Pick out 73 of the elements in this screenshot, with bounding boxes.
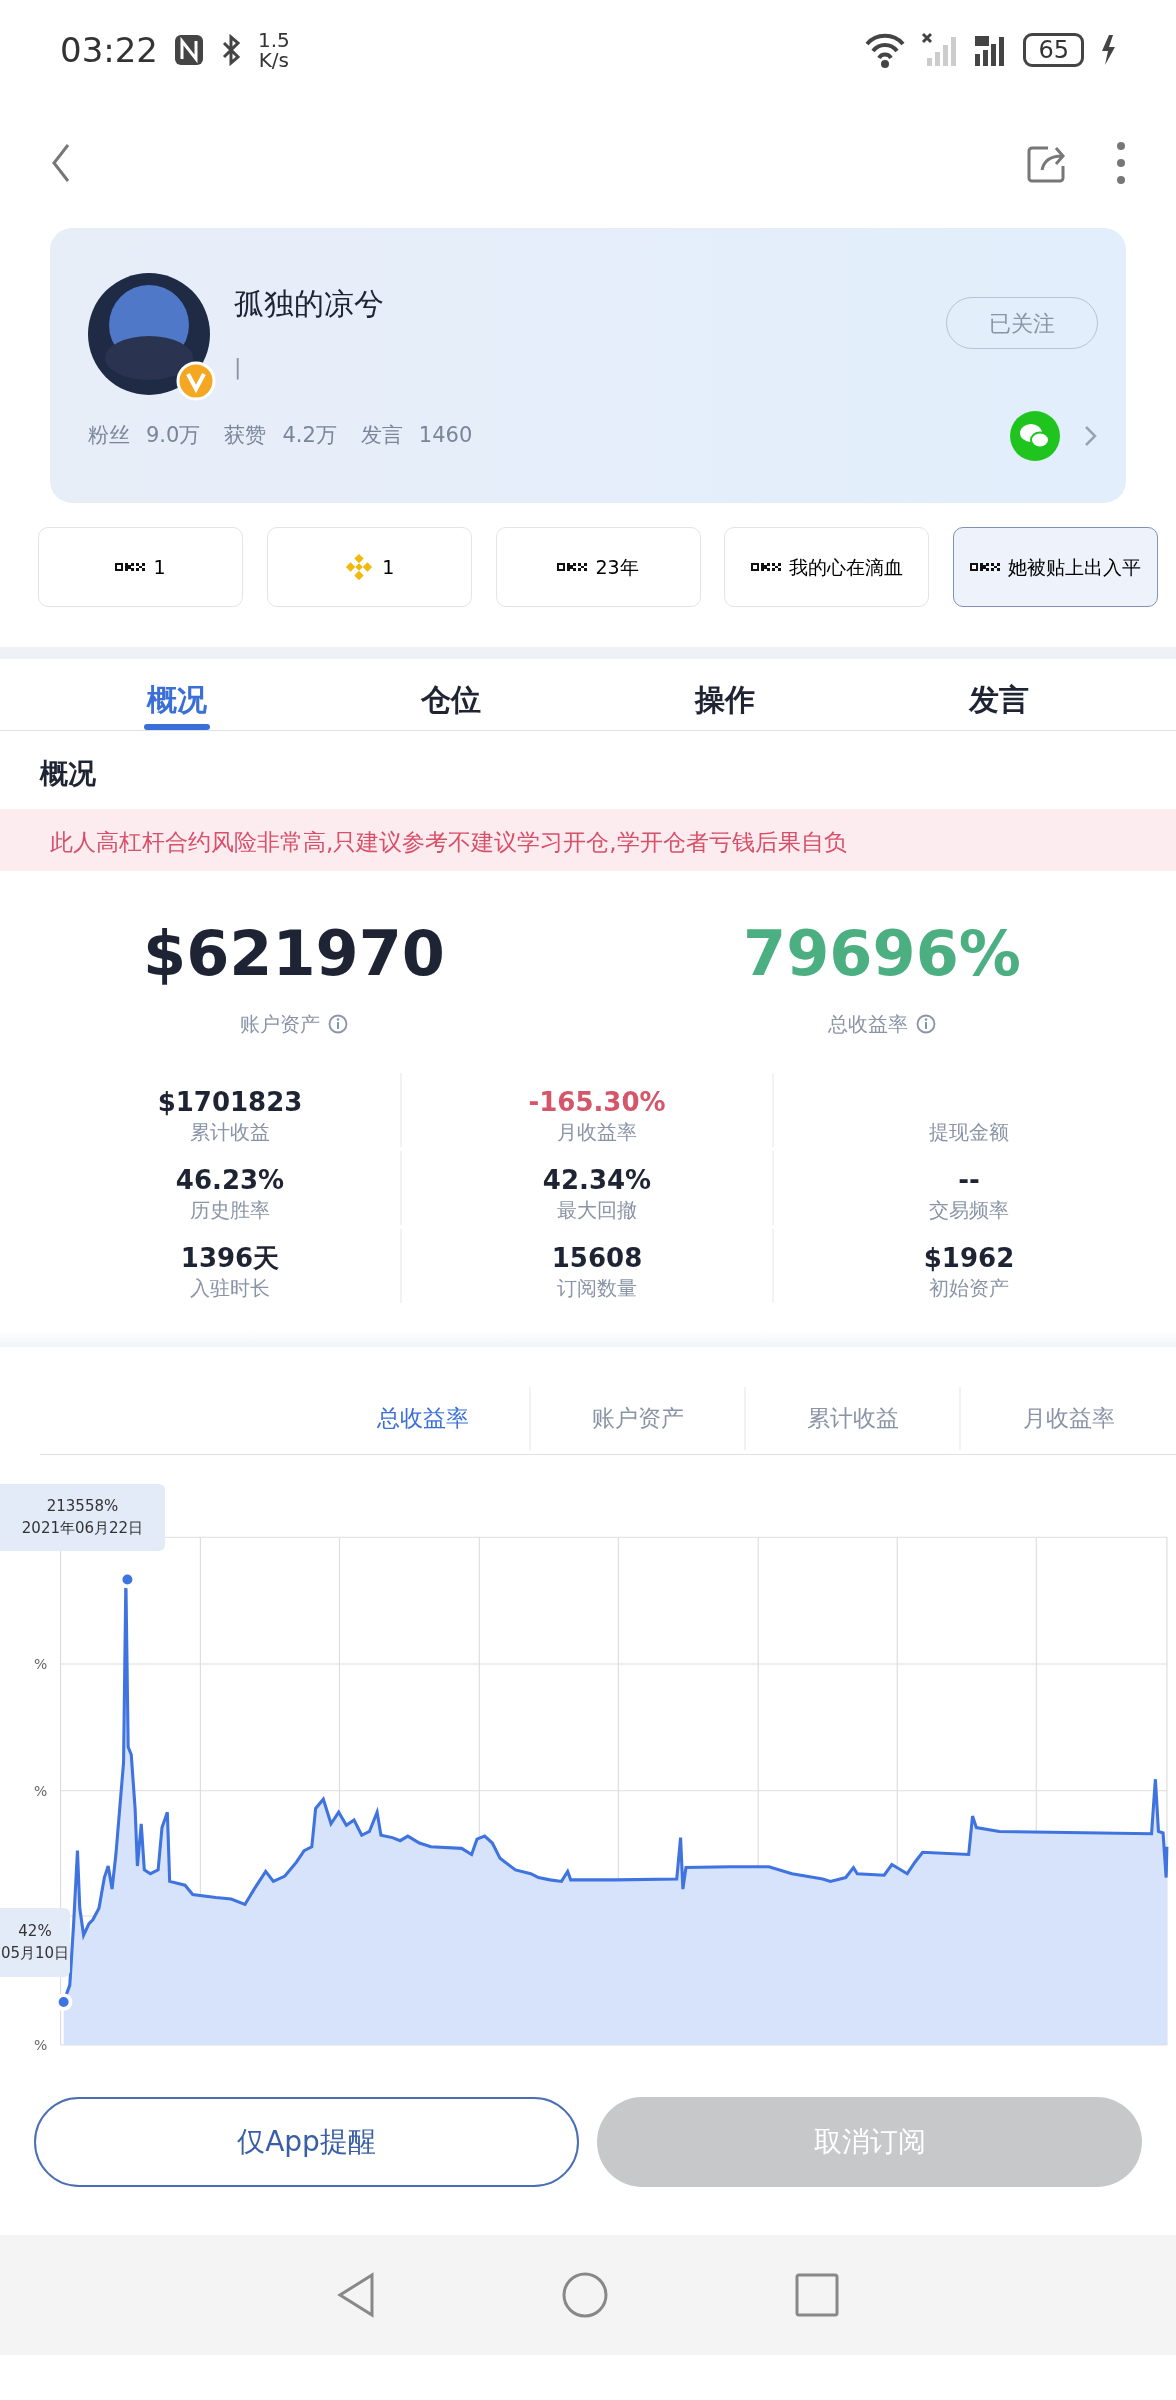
tooltip-value: 213558%	[45, 1495, 120, 1517]
chevron-right-icon[interactable]	[1084, 425, 1098, 447]
metric-value: 15608	[551, 1244, 643, 1273]
metric-label: 交易频率	[929, 1197, 1009, 1224]
tab[interactable]: 发言	[969, 659, 1029, 730]
tooltip-date: 2021年06月22日	[20, 1518, 145, 1539]
headline-value: 79696%	[743, 923, 1021, 985]
okx-logo-icon	[750, 563, 781, 571]
metric-value: $1962	[923, 1244, 1015, 1273]
risk-warning: 此人高杠杆合约风险非常高,只建议参考不建议学习开仓,学开仓者亏钱后果自负	[0, 809, 1176, 871]
chart-tab[interactable]: 总收益率	[316, 1387, 531, 1450]
user-signature: |	[234, 353, 243, 382]
stat-value: 9.0万	[146, 422, 201, 450]
exchange-tag[interactable]: 1	[38, 527, 243, 607]
wechat-icon[interactable]	[1010, 411, 1060, 461]
network-speed-unit: K/s	[258, 50, 290, 70]
headline-label: 总收益率	[828, 1011, 908, 1038]
metric-label: 初始资产	[929, 1275, 1009, 1302]
metric-label: 历史胜率	[190, 1197, 270, 1224]
metric-value: -165.30%	[528, 1088, 666, 1117]
stat-label: 获赞	[224, 422, 267, 450]
metric-value: --	[958, 1166, 980, 1195]
axis-label: %	[34, 1781, 48, 1801]
stat-label: 粉丝	[88, 422, 130, 450]
exchange-tag[interactable]: 她被贴上出入平	[953, 527, 1158, 607]
back-icon[interactable]	[50, 142, 72, 183]
verified-badge-icon	[176, 361, 216, 401]
metric-label: 提现金额	[929, 1119, 1009, 1146]
binance-logo-icon	[344, 551, 375, 583]
metric-value: 1396天	[180, 1244, 280, 1273]
tab[interactable]: 操作	[695, 659, 755, 730]
stat-value: 1460	[418, 422, 473, 450]
no-signal-icon	[921, 32, 958, 68]
axis-label: %	[34, 2035, 48, 2055]
stat-value: 4.2万	[282, 422, 337, 450]
section-title: 概况	[38, 756, 97, 792]
nfc-icon	[174, 34, 204, 66]
okx-logo-icon	[970, 563, 1000, 571]
metric-label: 累计收益	[190, 1119, 270, 1146]
info-icon[interactable]	[916, 1014, 936, 1034]
exchange-tag[interactable]: 我的心在滴血	[724, 527, 930, 607]
okx-logo-icon	[115, 563, 146, 571]
battery-level: 65	[1023, 32, 1084, 68]
home-nav-icon[interactable]	[561, 2270, 609, 2319]
metric-value: $1701823	[157, 1088, 303, 1117]
axis-label: %	[34, 1654, 48, 1674]
info-icon[interactable]	[328, 1014, 348, 1034]
metric-value: 46.23%	[175, 1166, 285, 1195]
exchange-tag[interactable]: 23年	[495, 527, 701, 607]
metric-value: 42.34%	[542, 1166, 652, 1195]
metric-label: 最大回撤	[557, 1197, 637, 1224]
metric-label: 月收益率	[557, 1119, 637, 1146]
metric-label: 入驻时长	[190, 1275, 270, 1302]
headline-value: $621970	[143, 923, 445, 985]
headline-label: 账户资产	[240, 1011, 320, 1038]
okx-logo-icon	[557, 563, 588, 571]
back-nav-icon[interactable]	[336, 2270, 376, 2319]
recents-nav-icon[interactable]	[794, 2271, 840, 2318]
charging-icon	[1100, 35, 1116, 65]
tooltip-value: 42%	[17, 1920, 53, 1942]
status-time: 03:22	[60, 28, 158, 72]
more-icon[interactable]	[1116, 140, 1126, 185]
wifi-icon	[865, 32, 906, 68]
tab[interactable]: 概况	[147, 659, 207, 730]
exchange-tag[interactable]: 1	[266, 527, 472, 607]
network-speed: 1.5	[258, 30, 290, 50]
metric-label: 订阅数量	[557, 1275, 637, 1302]
stat-label: 发言	[360, 422, 403, 450]
tab[interactable]: 仓位	[421, 659, 481, 730]
bluetooth-icon	[220, 34, 242, 66]
tooltip-date: 05月10日	[0, 1943, 70, 1964]
user-name: 孤独的凉兮	[234, 285, 384, 323]
action-button[interactable]: 仅App提醒	[34, 2096, 579, 2187]
